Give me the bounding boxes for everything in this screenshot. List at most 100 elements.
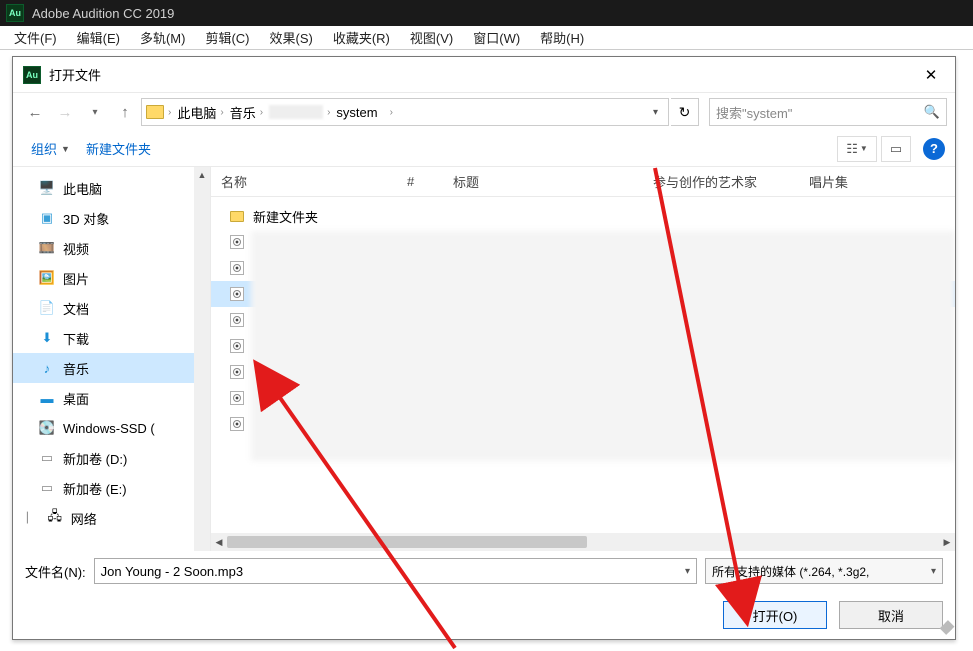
nav-volume-e[interactable]: ▭新加卷 (E:) — [13, 473, 210, 503]
crumb-redacted[interactable] — [269, 105, 323, 119]
menu-effect[interactable]: 效果(S) — [260, 25, 323, 50]
nav-network[interactable]: ▏🖧网络 — [13, 503, 210, 533]
audio-file-icon — [229, 234, 245, 250]
refresh-button[interactable]: ↻ — [671, 98, 699, 126]
chevron-down-icon[interactable]: ▾ — [685, 566, 690, 577]
dialog-body: ▲ 🖥️此电脑 ▣ 3D 对象 🎞️视频 🖼️ 图片 📄文档 ⬇ 下载 ♪ 音乐 ▬桌面… — [13, 167, 955, 551]
audio-file-icon — [229, 416, 245, 432]
nav-label: 3D 对象 — [63, 209, 109, 228]
nav-downloads[interactable]: ⬇ 下载 — [13, 323, 210, 353]
nav-label: 图片 — [63, 269, 89, 288]
nav-up-button[interactable]: ↑ — [111, 98, 139, 126]
filename-value: Jon Young - 2 Soon.mp3 — [101, 564, 243, 579]
file-list-body[interactable]: 新建文件夹 — [211, 197, 955, 533]
menu-file[interactable]: 文件(F) — [4, 25, 67, 50]
nav-desktop[interactable]: ▬桌面 — [13, 383, 210, 413]
menu-view[interactable]: 视图(V) — [400, 25, 463, 50]
audio-file-icon — [229, 286, 245, 302]
col-name[interactable]: 名称 — [211, 172, 397, 191]
nav-this-pc[interactable]: 🖥️此电脑 — [13, 173, 210, 203]
network-icon: 🖧 — [47, 510, 63, 526]
nav-windows-ssd[interactable]: 💽Windows-SSD ( — [13, 413, 210, 443]
cancel-button[interactable]: 取消 — [839, 601, 943, 629]
dialog-titlebar: Au 打开文件 ✕ — [13, 57, 955, 93]
nav-pictures[interactable]: 🖼️ 图片 — [13, 263, 210, 293]
menu-help[interactable]: 帮助(H) — [530, 25, 594, 50]
search-input[interactable]: 搜索"system" 🔍 — [709, 98, 947, 126]
scroll-right-icon[interactable]: ▶ — [939, 537, 955, 548]
view-mode-button[interactable]: ☷ ▼ — [837, 136, 877, 162]
nav-3d-objects[interactable]: ▣ 3D 对象 — [13, 203, 210, 233]
nav-label: 新加卷 (D:) — [63, 449, 127, 468]
nav-back-button[interactable]: ← — [21, 98, 49, 126]
col-artist[interactable]: 参与创作的艺术家 — [643, 172, 799, 191]
organize-button[interactable]: 组织 ▼ — [23, 135, 78, 162]
open-button[interactable]: 打开(O) — [723, 601, 827, 629]
picture-icon: 🖼️ — [39, 270, 55, 286]
scroll-up-icon[interactable]: ▲ — [194, 167, 210, 183]
file-row-folder[interactable]: 新建文件夹 — [211, 203, 955, 229]
scrollbar-thumb[interactable] — [227, 536, 587, 548]
search-icon: 🔍 — [924, 104, 940, 120]
folder-icon — [146, 105, 164, 119]
col-number[interactable]: # — [397, 174, 443, 189]
nav-scrollbar[interactable]: ▲ — [194, 167, 210, 551]
col-title[interactable]: 标题 — [443, 172, 643, 191]
crumb-system[interactable]: system — [336, 105, 377, 120]
crumb-this-pc[interactable]: 此电脑 — [177, 103, 216, 122]
nav-forward-button[interactable]: → — [51, 98, 79, 126]
nav-label: 桌面 — [63, 389, 89, 408]
chevron-down-icon: ▼ — [61, 144, 70, 154]
crumb-music[interactable]: 音乐 — [230, 103, 256, 122]
new-folder-button[interactable]: 新建文件夹 — [78, 135, 159, 162]
menu-multitrack[interactable]: 多轨(M) — [130, 25, 196, 50]
filename-input[interactable]: Jon Young - 2 Soon.mp3 ▾ — [94, 558, 697, 584]
drive-icon: ▭ — [39, 480, 55, 496]
preview-pane-button[interactable]: ▭ — [881, 136, 911, 162]
close-button[interactable]: ✕ — [915, 61, 947, 89]
nav-label: 下载 — [63, 329, 89, 348]
button-row: 打开(O) 取消 — [13, 591, 955, 639]
video-icon: 🎞️ — [39, 240, 55, 256]
nav-label: 此电脑 — [63, 179, 102, 198]
address-bar[interactable]: ›此电脑 ›音乐 › ›system› ▾ — [141, 98, 669, 126]
nav-recent-dropdown[interactable]: ▾ — [81, 98, 109, 126]
audio-file-icon — [229, 312, 245, 328]
nav-label: 文档 — [63, 299, 89, 318]
search-placeholder: 搜索"system" — [716, 103, 792, 122]
menu-clip[interactable]: 剪辑(C) — [195, 25, 259, 50]
folder-icon — [229, 208, 245, 224]
music-icon: ♪ — [39, 360, 55, 376]
cube-icon: ▣ — [39, 210, 55, 226]
audio-file-icon — [229, 390, 245, 406]
nav-label: 音乐 — [63, 359, 89, 378]
download-icon: ⬇ — [39, 330, 55, 346]
chevron-down-icon[interactable]: ▾ — [931, 566, 936, 577]
audio-file-icon — [229, 364, 245, 380]
toolbar-row: 组织 ▼ 新建文件夹 ☷ ▼ ▭ ? — [13, 131, 955, 167]
horizontal-scrollbar[interactable]: ◀ ▶ — [211, 533, 955, 551]
nav-label: 网络 — [71, 509, 97, 528]
open-file-dialog: Au 打开文件 ✕ ← → ▾ ↑ ›此电脑 ›音乐 › ›system› ▾ … — [12, 56, 956, 640]
nav-volume-d[interactable]: ▭新加卷 (D:) — [13, 443, 210, 473]
address-dropdown-icon[interactable]: ▾ — [647, 107, 664, 118]
col-album[interactable]: 唱片集 — [799, 172, 955, 191]
menu-favorites[interactable]: 收藏夹(R) — [323, 25, 400, 50]
nav-label: Windows-SSD ( — [63, 421, 155, 436]
filetype-value: 所有支持的媒体 (*.264, *.3g2, — [712, 563, 869, 580]
filename-row: 文件名(N): Jon Young - 2 Soon.mp3 ▾ 所有支持的媒体… — [13, 551, 955, 591]
audio-file-icon — [229, 260, 245, 276]
nav-videos[interactable]: 🎞️视频 — [13, 233, 210, 263]
file-list-header: 名称 # 标题 参与创作的艺术家 唱片集 — [211, 167, 955, 197]
app-title: Adobe Audition CC 2019 — [32, 6, 174, 21]
audio-file-icon — [229, 338, 245, 354]
dialog-app-icon: Au — [23, 66, 41, 84]
nav-music[interactable]: ♪ 音乐 — [13, 353, 210, 383]
help-icon[interactable]: ? — [923, 138, 945, 160]
redacted-area — [251, 231, 955, 461]
menu-edit[interactable]: 编辑(E) — [67, 25, 130, 50]
nav-documents[interactable]: 📄文档 — [13, 293, 210, 323]
scroll-left-icon[interactable]: ◀ — [211, 537, 227, 548]
menu-window[interactable]: 窗口(W) — [463, 25, 530, 50]
filetype-select[interactable]: 所有支持的媒体 (*.264, *.3g2, ▾ — [705, 558, 943, 584]
